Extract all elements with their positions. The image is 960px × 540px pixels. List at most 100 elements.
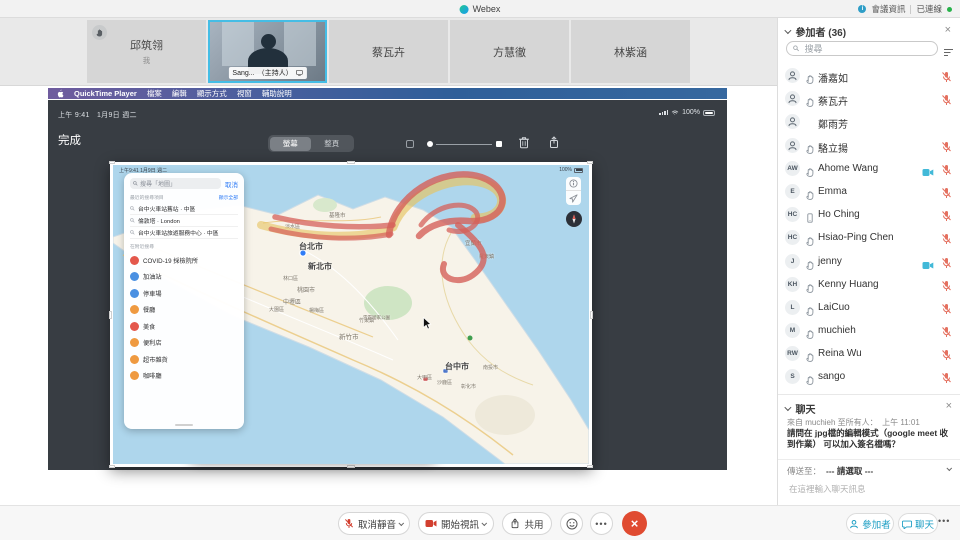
avatar-initials: J xyxy=(791,258,795,265)
chat-toggle-button[interactable]: 聊天 xyxy=(898,513,938,534)
video-tile[interactable]: 方慧徹 方慧徹 xyxy=(450,20,569,83)
participant-row[interactable]: 潘嘉如 xyxy=(778,64,960,87)
editor-status-time: 上午 9:41 1月9日 週二 xyxy=(58,110,137,120)
mic-muted-icon xyxy=(941,209,952,227)
participant-row[interactable]: S sango xyxy=(778,365,960,388)
participant-row[interactable]: KH Kenny Huang xyxy=(778,273,960,296)
recent-search-item: 台中火車站旅遊服務中心 · 中區 xyxy=(130,227,238,239)
titlebar-status: i 會議資訊 已連線 xyxy=(858,0,952,18)
connected-dot-icon xyxy=(947,7,952,12)
video-filmstrip: 邱筑翎 我 邱筑翎 xyxy=(0,18,777,86)
search-icon xyxy=(130,230,135,235)
video-tile[interactable]: 林紫涵 林紫涵 xyxy=(571,20,690,83)
done-button: 完成 xyxy=(58,132,81,148)
chevron-down-icon[interactable] xyxy=(946,465,952,471)
video-tile[interactable]: 蔡瓦卉 蔡瓦卉 xyxy=(329,20,448,83)
participant-row[interactable]: 鄭雨芳 xyxy=(778,110,960,133)
category-icon xyxy=(130,256,139,265)
sharing-screen-icon xyxy=(296,70,303,76)
participant-name: jenny xyxy=(818,256,842,267)
participant-search-input[interactable] xyxy=(803,43,932,55)
more-options-button[interactable]: ••• xyxy=(590,512,613,535)
participant-search[interactable] xyxy=(786,41,938,56)
participant-row[interactable]: 蔡瓦卉 xyxy=(778,87,960,110)
person-icon xyxy=(787,93,798,104)
mic-muted-icon xyxy=(941,279,952,297)
participants-panel-header[interactable]: 參加者 (36) xyxy=(786,24,846,39)
participants-toggle-button[interactable]: 參加者 xyxy=(846,513,894,534)
hand-icon xyxy=(805,190,815,200)
hand-icon xyxy=(805,283,815,293)
nearby-category-item: COVID-19 採檢院所 xyxy=(130,252,238,269)
maps-cancel-button: 取消 xyxy=(225,179,238,189)
recent-search-item: 台中火車站舊站 · 中區 xyxy=(130,203,238,215)
hand-icon xyxy=(805,329,815,339)
participant-row[interactable]: HC Hsiao-Ping Chen xyxy=(778,226,960,249)
mic-muted-icon xyxy=(941,186,952,204)
participant-name: Reina Wu xyxy=(818,348,862,359)
mic-muted-icon xyxy=(941,140,952,158)
menubar-item: 視窗 xyxy=(237,88,252,99)
send-to-row[interactable]: 傳送至： --- 請選取 --- xyxy=(778,459,960,477)
share-button[interactable]: 共用 xyxy=(502,512,552,535)
sort-icon[interactable] xyxy=(944,44,954,62)
maps-app-screenshot: 淡水區基隆市台北市新北市林口區桃園市中壢區大園區楊梅區竹東鎮新竹市宜蘭市羅東鎮雪… xyxy=(113,165,589,464)
reactions-button[interactable] xyxy=(560,512,583,535)
chevron-down-icon[interactable] xyxy=(481,520,487,526)
video-tile[interactable]: Sang... Sang... （主持人） xyxy=(208,20,327,83)
leave-meeting-button[interactable]: × xyxy=(622,511,647,536)
meeting-info-icon[interactable]: i xyxy=(858,5,866,13)
tile-participant-name: 方慧徹 xyxy=(493,44,526,60)
nearby-category-item: 咖啡廳 xyxy=(130,368,238,385)
mic-muted-icon xyxy=(941,348,952,366)
screenshot-editor: 上午 9:41 1月9日 週二 100% 完成 螢幕整頁 xyxy=(48,100,727,470)
participant-row[interactable]: L LaiCuo xyxy=(778,296,960,319)
participant-name: 蔡瓦卉 xyxy=(818,93,848,108)
chevron-down-icon[interactable] xyxy=(398,520,404,526)
participant-row[interactable]: J jenny xyxy=(778,250,960,273)
chat-message-input[interactable] xyxy=(787,483,953,495)
mic-muted-icon xyxy=(941,371,952,389)
participant-row[interactable]: RW Reina Wu xyxy=(778,342,960,365)
menubar-item: 編輯 xyxy=(172,88,187,99)
participant-row[interactable]: AW Ahome Wang xyxy=(778,157,960,180)
person-icon xyxy=(787,70,798,81)
avatar xyxy=(785,138,800,153)
participant-row[interactable]: 駱立揚 xyxy=(778,134,960,157)
hand-icon xyxy=(805,236,815,246)
hand-icon xyxy=(805,97,815,107)
menubar-item: 顯示方式 xyxy=(197,88,227,99)
participant-row[interactable]: HC Ho Ching xyxy=(778,203,960,226)
participant-row[interactable]: E Emma xyxy=(778,180,960,203)
collapse-chevron-icon[interactable] xyxy=(784,405,790,411)
close-chat-icon[interactable]: × xyxy=(946,401,952,412)
meeting-controls-bar: 取消靜音 開始視訊 共用 ••• × 參加者 聊天 ••• xyxy=(0,505,960,540)
mouse-cursor xyxy=(423,317,432,335)
participant-row[interactable]: M muchieh xyxy=(778,319,960,342)
participants-icon xyxy=(849,519,859,529)
panel-more-button[interactable]: ••• xyxy=(938,516,950,526)
send-to-dropdown[interactable]: --- 請選取 --- xyxy=(826,465,873,477)
collapse-chevron-icon[interactable] xyxy=(784,28,790,34)
maps-search-panel: 搜尋「地圖」 取消 最近的搜尋項目 顯示全部 台中火 xyxy=(124,173,244,429)
avatar: L xyxy=(785,300,800,315)
nearby-header: 在附近搜尋 xyxy=(130,243,154,250)
avatar xyxy=(785,68,800,83)
avatar: J xyxy=(785,254,800,269)
avatar xyxy=(785,114,800,129)
maps-search-input: 搜尋「地圖」 xyxy=(130,178,221,189)
mic-muted-icon xyxy=(941,163,952,181)
video-tile[interactable]: 邱筑翎 我 邱筑翎 xyxy=(87,20,206,83)
avatar: S xyxy=(785,369,800,384)
camera-off-icon xyxy=(425,519,437,528)
close-participants-icon[interactable]: × xyxy=(945,25,951,36)
meeting-info-label[interactable]: 會議資訊 xyxy=(871,3,905,15)
screenshot-battery-percent: 100% xyxy=(559,167,572,173)
avatar-initials: HC xyxy=(788,211,797,218)
chat-panel-header[interactable]: 聊天 xyxy=(786,401,816,416)
avatar: E xyxy=(785,184,800,199)
menubar-item: 輔助說明 xyxy=(262,88,292,99)
unmute-button[interactable]: 取消靜音 xyxy=(338,512,410,535)
start-video-button[interactable]: 開始視訊 xyxy=(418,512,494,535)
shared-screen[interactable]: QuickTime Player 檔案編輯顯示方式視窗輔助說明 上午 9:41 … xyxy=(0,87,777,505)
